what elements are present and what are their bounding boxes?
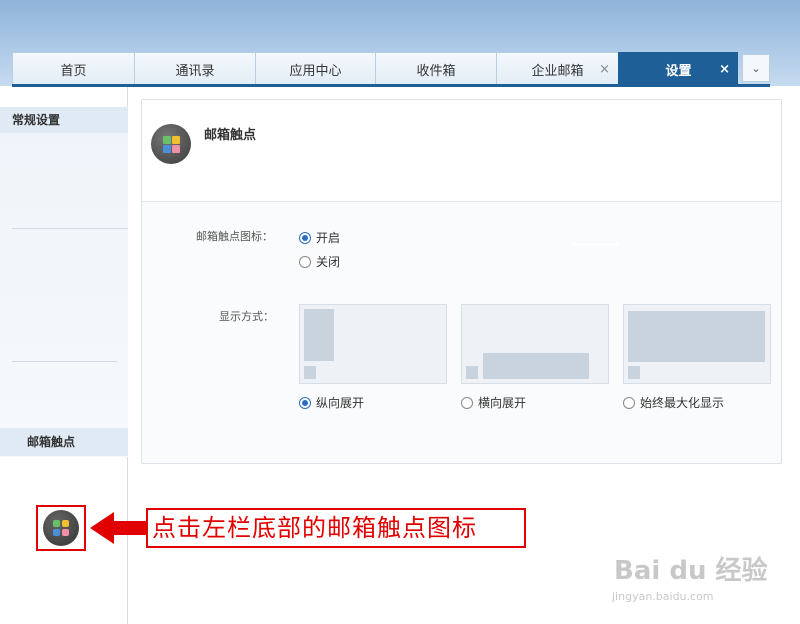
radio-dot[interactable] [623, 396, 635, 409]
preview-maximized[interactable] [623, 304, 771, 384]
radio-vertical[interactable]: 纵向展开 [299, 394, 364, 411]
radio-label: 纵向展开 [316, 396, 365, 410]
tab-label: 企业邮箱 [531, 63, 584, 79]
tab-label: 首页 [60, 63, 87, 79]
panel-header: 邮箱触点 [142, 100, 781, 202]
radio-dot[interactable] [461, 396, 473, 409]
touchpoint-icon [151, 124, 191, 164]
tab-inbox[interactable]: 收件箱 [375, 52, 496, 85]
arrow-left-icon [90, 512, 146, 544]
radio-label: 关闭 [316, 255, 341, 269]
tab-app-center[interactable]: 应用中心 [255, 52, 375, 85]
panel-title: 邮箱触点 [204, 128, 257, 143]
sidebar-header-general[interactable]: 常规设置 [0, 107, 128, 133]
tab-label: 应用中心 [289, 63, 342, 79]
instruction-callout: 点击左栏底部的邮箱触点图标 [146, 508, 526, 548]
radio-maximized[interactable]: 始终最大化显示 [623, 394, 724, 411]
tab-label: 通讯录 [175, 63, 215, 79]
sidebar-item-touchpoint[interactable]: 邮箱触点 [0, 428, 128, 456]
close-icon[interactable]: × [719, 62, 730, 77]
tab-label: 设置 [665, 63, 692, 79]
tab-home[interactable]: 首页 [12, 52, 134, 85]
tab-bar: 首页 通讯录 应用中心 收件箱 企业邮箱 × 设置 × ⌄ [12, 52, 770, 85]
chevron-down-icon[interactable]: ⌄ [742, 54, 770, 82]
tab-settings[interactable]: 设置 × [618, 52, 738, 85]
close-icon[interactable]: × [599, 62, 610, 77]
radio-horizontal[interactable]: 横向展开 [461, 394, 526, 411]
preview-vertical[interactable] [299, 304, 447, 384]
radio-dot[interactable] [299, 231, 311, 244]
tab-label: 收件箱 [416, 63, 456, 79]
preview-horizontal[interactable] [461, 304, 609, 384]
sidebar-background [0, 107, 128, 457]
watermark-url: jingyan.baidu.com [612, 590, 714, 603]
radio-label: 始终最大化显示 [640, 396, 725, 410]
touchpoint-launcher-icon[interactable] [43, 510, 79, 546]
settings-panel: 邮箱触点 邮箱触点图标： 开启 关闭 显示方式： 纵向展开 横向展开 始终最大化… [141, 99, 782, 464]
divider [12, 361, 117, 362]
watermark-logo: Bai du 经验 [614, 556, 768, 586]
radio-dot[interactable] [299, 396, 311, 409]
radio-dot[interactable] [299, 255, 311, 268]
icon-setting-label: 邮箱触点图标： [196, 230, 273, 243]
radio-icon-off[interactable]: 关闭 [299, 253, 340, 270]
divider [12, 228, 128, 229]
decorative-bar [572, 243, 618, 246]
radio-label: 横向展开 [478, 396, 527, 410]
radio-label: 开启 [316, 231, 341, 245]
tab-contacts[interactable]: 通讯录 [134, 52, 255, 85]
display-mode-label: 显示方式： [219, 310, 274, 323]
tab-enterprise-mail[interactable]: 企业邮箱 × [496, 52, 618, 85]
radio-icon-on[interactable]: 开启 [299, 229, 340, 246]
